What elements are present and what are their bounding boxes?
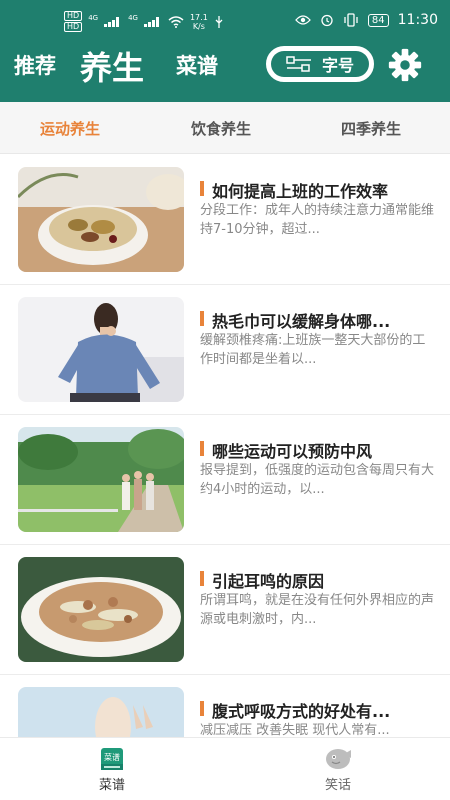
tab-seasonal-health[interactable]: 四季养生 [341,118,401,139]
tab-health[interactable]: 养生 [80,43,144,89]
article-thumbnail [18,557,184,662]
list-item[interactable]: 哪些运动可以预防中风 报导提到，低强度的运动包含每周只有大约4小时的运动，以..… [0,415,450,545]
article-thumbnail [18,687,184,737]
nav-recipes-label: 菜谱 [98,778,125,793]
font-size-label: 字号 [321,56,354,75]
tab-diet-health[interactable]: 饮食养生 [191,118,251,139]
article-list: 如何提高上班的工作效率 分段工作：成年人的持续注意力通常能维持7-10分钟，超过… [0,155,450,737]
top-bar: 推荐 养生 菜谱 字号 [0,38,450,102]
signal-icon [143,16,162,27]
category-tabs: 运动养生 饮食养生 四季养生 [0,102,450,154]
list-item[interactable]: 热毛巾可以缓解身体哪... 缓解颈椎疼痛:上班族一整天大部份的工作时间都是坐着以… [0,285,450,415]
list-item[interactable]: 引起耳鸣的原因 所谓耳鸣，就是在没有任何外界相应的声源或电刺激时，内... [0,545,450,675]
article-summary: 所谓耳鸣，就是在没有任何外界相应的声源或电刺激时，内... [200,593,435,627]
tab-recipes[interactable]: 菜谱 [176,50,218,80]
article-thumbnail [18,427,184,532]
article-summary: 分段工作：成年人的持续注意力通常能维持7-10分钟，超过... [200,203,435,237]
font-adjust-icon [286,56,311,72]
vibrate-icon [344,13,358,27]
nav-jokes[interactable]: 笑话 [298,746,378,793]
list-item[interactable]: 如何提高上班的工作效率 分段工作：成年人的持续注意力通常能维持7-10分钟，超过… [0,155,450,285]
usb-icon [215,15,223,28]
alarm-icon [321,14,333,27]
eye-icon [295,15,311,25]
wifi-icon [168,15,184,28]
article-thumbnail [18,167,184,272]
gear-icon[interactable] [386,46,424,84]
nav-recipes[interactable]: 菜谱 菜谱 [72,746,152,793]
nav-jokes-label: 笑话 [324,778,351,793]
network-speed: 17.1 K/s [189,12,208,31]
tab-exercise-health[interactable]: 运动养生 [40,118,100,139]
bottom-navigation: 菜谱 菜谱 笑话 [0,737,450,800]
hd-badge: HD [64,22,83,32]
article-title: 腹式呼吸方式的好处有... [200,698,436,722]
hd-badge: HD [64,11,83,21]
clock-time: 11:30 [397,12,438,28]
network-type: 4G [128,13,138,22]
font-size-button[interactable]: 字号 [266,46,374,82]
article-title: 哪些运动可以预防中风 [200,438,436,462]
article-title: 如何提高上班的工作效率 [200,178,436,202]
app-header: HD HD 4G 4G 17.1 K/s 84 11:30 推荐 养生 菜谱 字… [0,0,450,102]
signal-icon [104,16,122,27]
fish-face-icon [326,749,351,769]
article-title: 引起耳鸣的原因 [200,568,436,592]
list-item[interactable]: 腹式呼吸方式的好处有... 减压减压 改善失眠 现代人常有... [0,675,450,737]
article-summary: 报导提到，低强度的运动包含每周只有大约4小时的运动，以... [200,463,435,497]
status-bar: HD HD 4G 4G 17.1 K/s 84 11:30 [0,0,450,38]
article-summary: 减压减压 改善失眠 现代人常有... [200,723,390,737]
article-title: 热毛巾可以缓解身体哪... [200,308,436,332]
battery-level: 84 [367,13,389,27]
article-summary: 缓解颈椎疼痛:上班族一整天大部份的工作时间都是坐着以... [200,333,426,367]
network-type: 4G [88,13,99,22]
tab-recommend[interactable]: 推荐 [14,50,56,80]
article-thumbnail [18,297,184,402]
